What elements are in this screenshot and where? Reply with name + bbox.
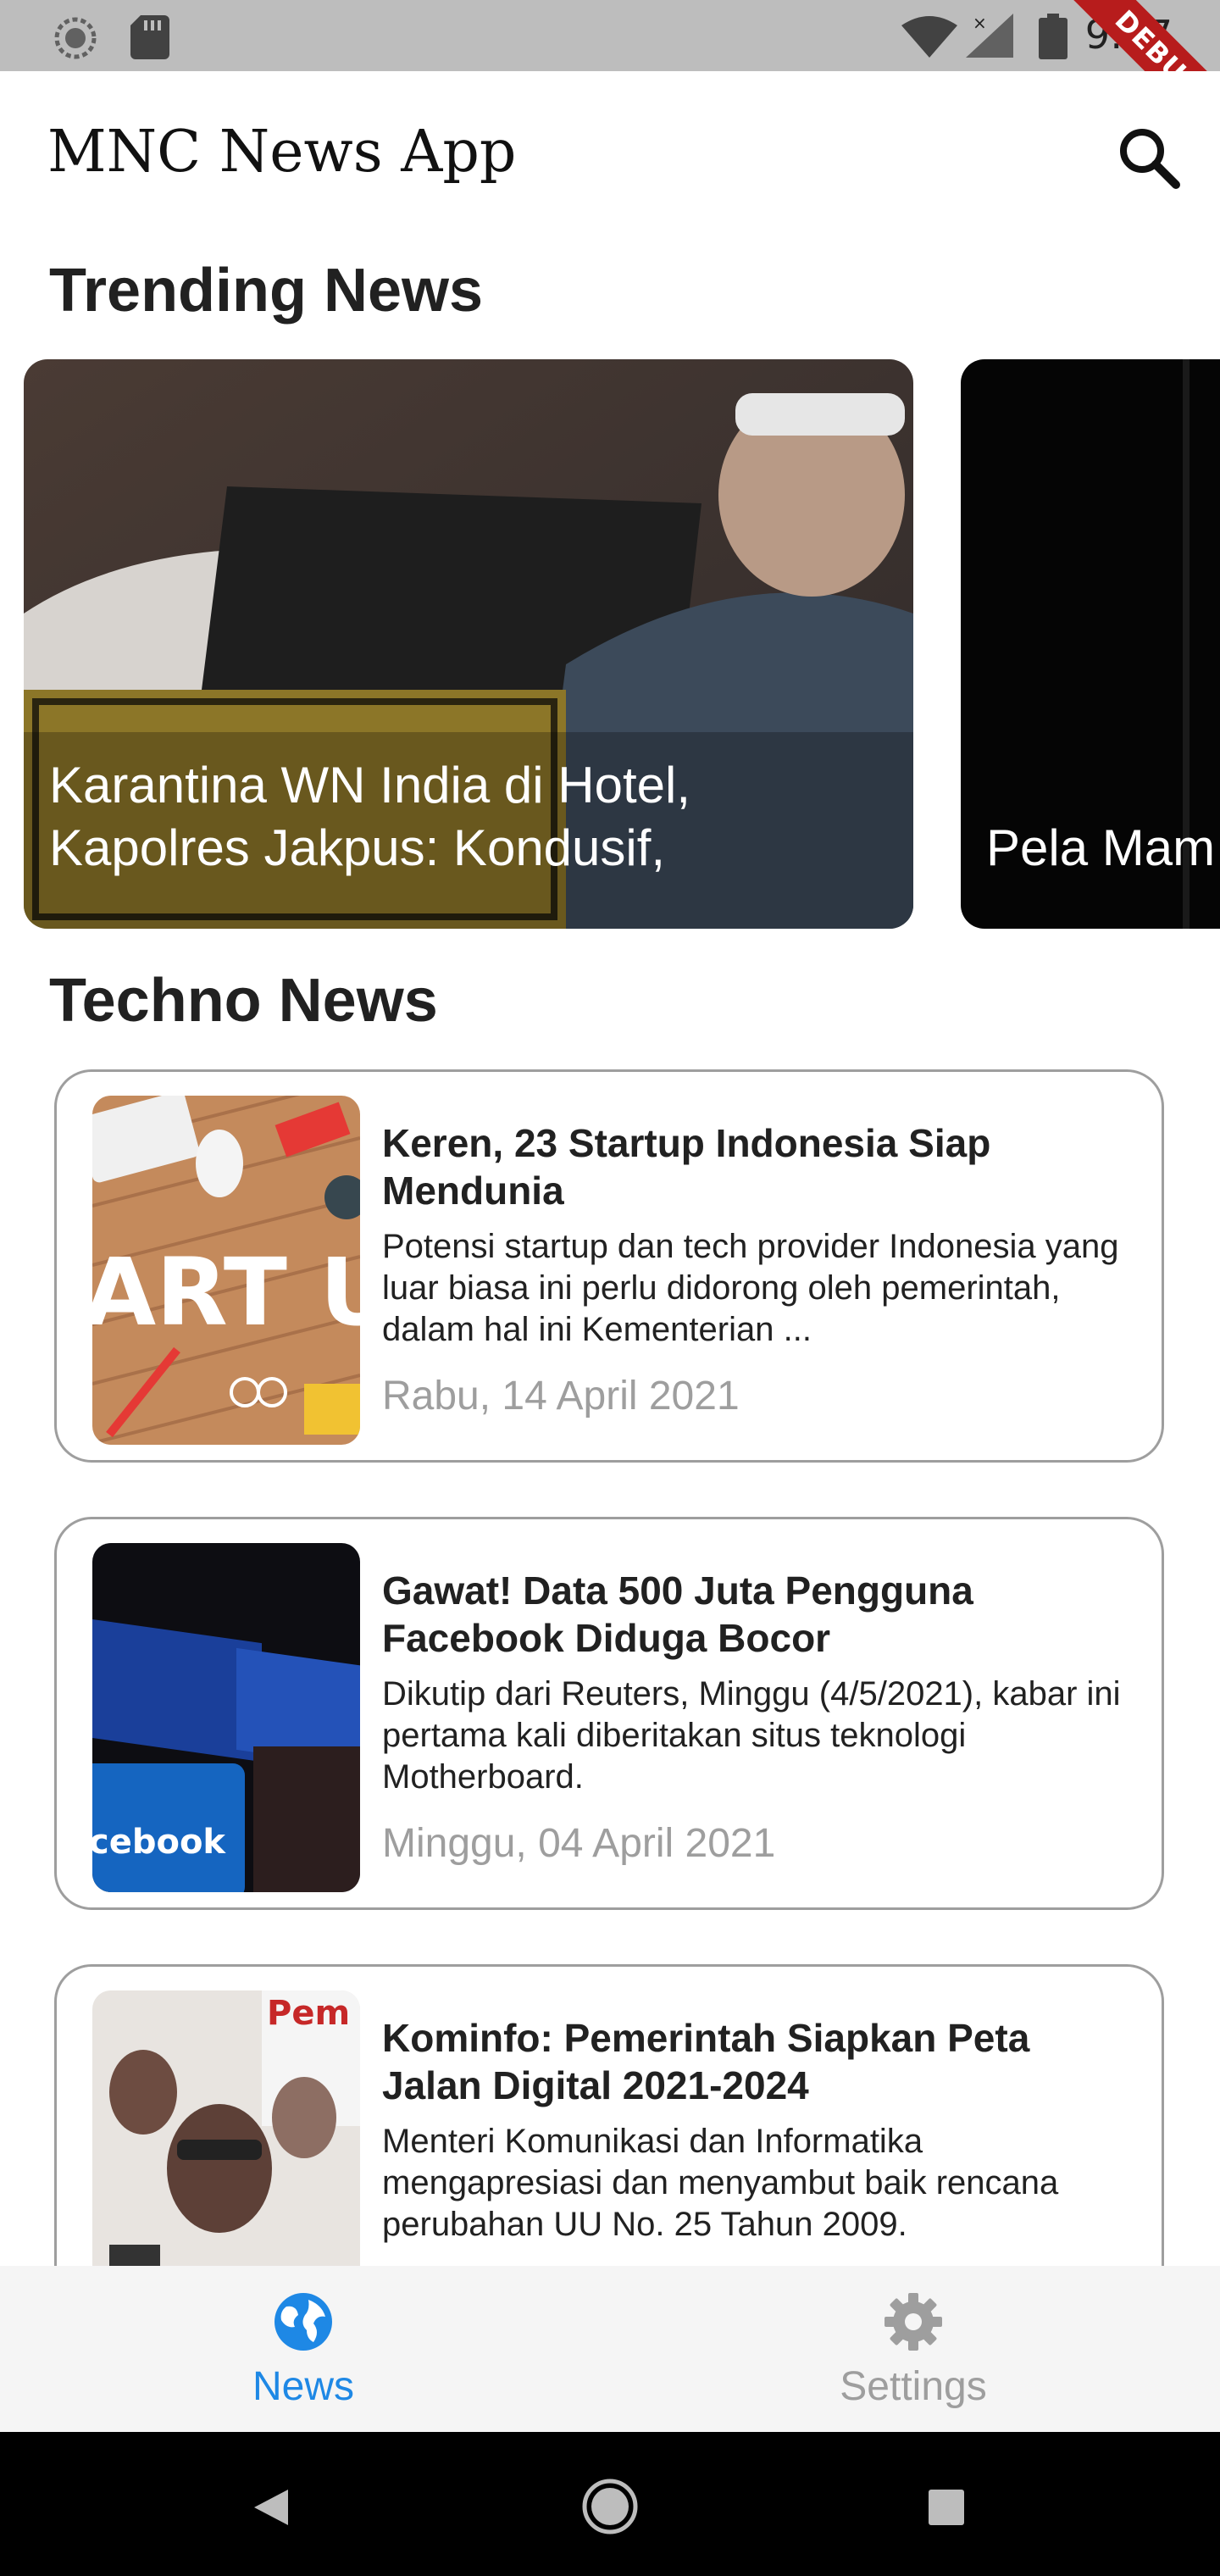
trending-card[interactable]: Pela Mam Warga Pe [961,359,1220,929]
news-card[interactable]: cebook Gawat! Data 500 Juta Pengguna Fac… [54,1517,1164,1910]
news-title: Gawat! Data 500 Juta Pengguna Facebook D… [382,1568,973,1660]
home-icon[interactable] [581,2478,639,2535]
techno-news-list[interactable]: ART U Keren, 23 Startup Indonesia Siap M… [0,1069,1220,2266]
trending-heading: Trending News [49,257,484,325]
news-card[interactable]: Pem Kominfo: Pemerintah Siapkan Peta Jal… [54,1964,1164,2266]
sync-icon [54,17,97,59]
svg-text:×: × [973,14,987,33]
svg-text:ART U: ART U [92,1238,360,1346]
wifi-icon [901,16,957,58]
battery-icon [1039,14,1068,59]
nav-item-news[interactable]: News [176,2290,430,2410]
news-date: Rabu, 14 April 2021 [382,1374,740,1418]
nav-label-news: News [252,2364,355,2409]
news-thumbnail: cebook [92,1543,360,1892]
globe-icon [274,2293,332,2351]
news-description: Menteri Komunikasi dan Informatika menga… [382,2123,1059,2243]
app-bar: MNC News App [0,71,1220,237]
techno-heading: Techno News [49,967,438,1035]
news-date: Minggu, 04 April 2021 [382,1821,776,1866]
status-bar: × 9:37 DEBUG [0,0,1220,160]
news-description: Potensi startup dan tech provider Indone… [382,1228,1119,1348]
trending-carousel[interactable]: Karantina WN India di Hotel, Kapolres Ja… [0,359,1220,929]
gear-icon [884,2293,942,2351]
back-icon[interactable] [249,2486,291,2529]
search-icon [1120,129,1180,189]
bottom-navigation: News Settings [0,2266,1220,2432]
trending-title: Karantina WN India di Hotel, Kapolres Ja… [49,757,691,876]
news-title: Kominfo: Pemerintah Siapkan Peta Jalan D… [382,2016,1030,2107]
svg-text:cebook: cebook [92,1823,226,1862]
news-title: Keren, 23 Startup Indonesia Siap Menduni… [382,1121,991,1213]
sd-card-icon [130,15,169,59]
recents-icon[interactable] [927,2488,966,2527]
nav-item-settings[interactable]: Settings [786,2290,1040,2410]
trending-card[interactable]: Karantina WN India di Hotel, Kapolres Ja… [24,359,913,929]
trending-title: Pela Mam Warga Pe [986,819,1220,876]
search-button[interactable] [1108,117,1190,198]
cell-signal-icon: × [966,14,1013,58]
news-thumbnail: Pem [92,1990,360,2266]
system-navigation-bar [0,2432,1220,2576]
news-description: Dikutip dari Reuters, Minggu (4/5/2021),… [382,1675,1121,1796]
app-title: MNC News App [47,119,517,186]
nav-label-settings: Settings [840,2364,987,2409]
news-thumbnail: ART U [92,1096,360,1445]
news-card[interactable]: ART U Keren, 23 Startup Indonesia Siap M… [54,1069,1164,1463]
svg-text:Pem: Pem [267,1994,350,2033]
